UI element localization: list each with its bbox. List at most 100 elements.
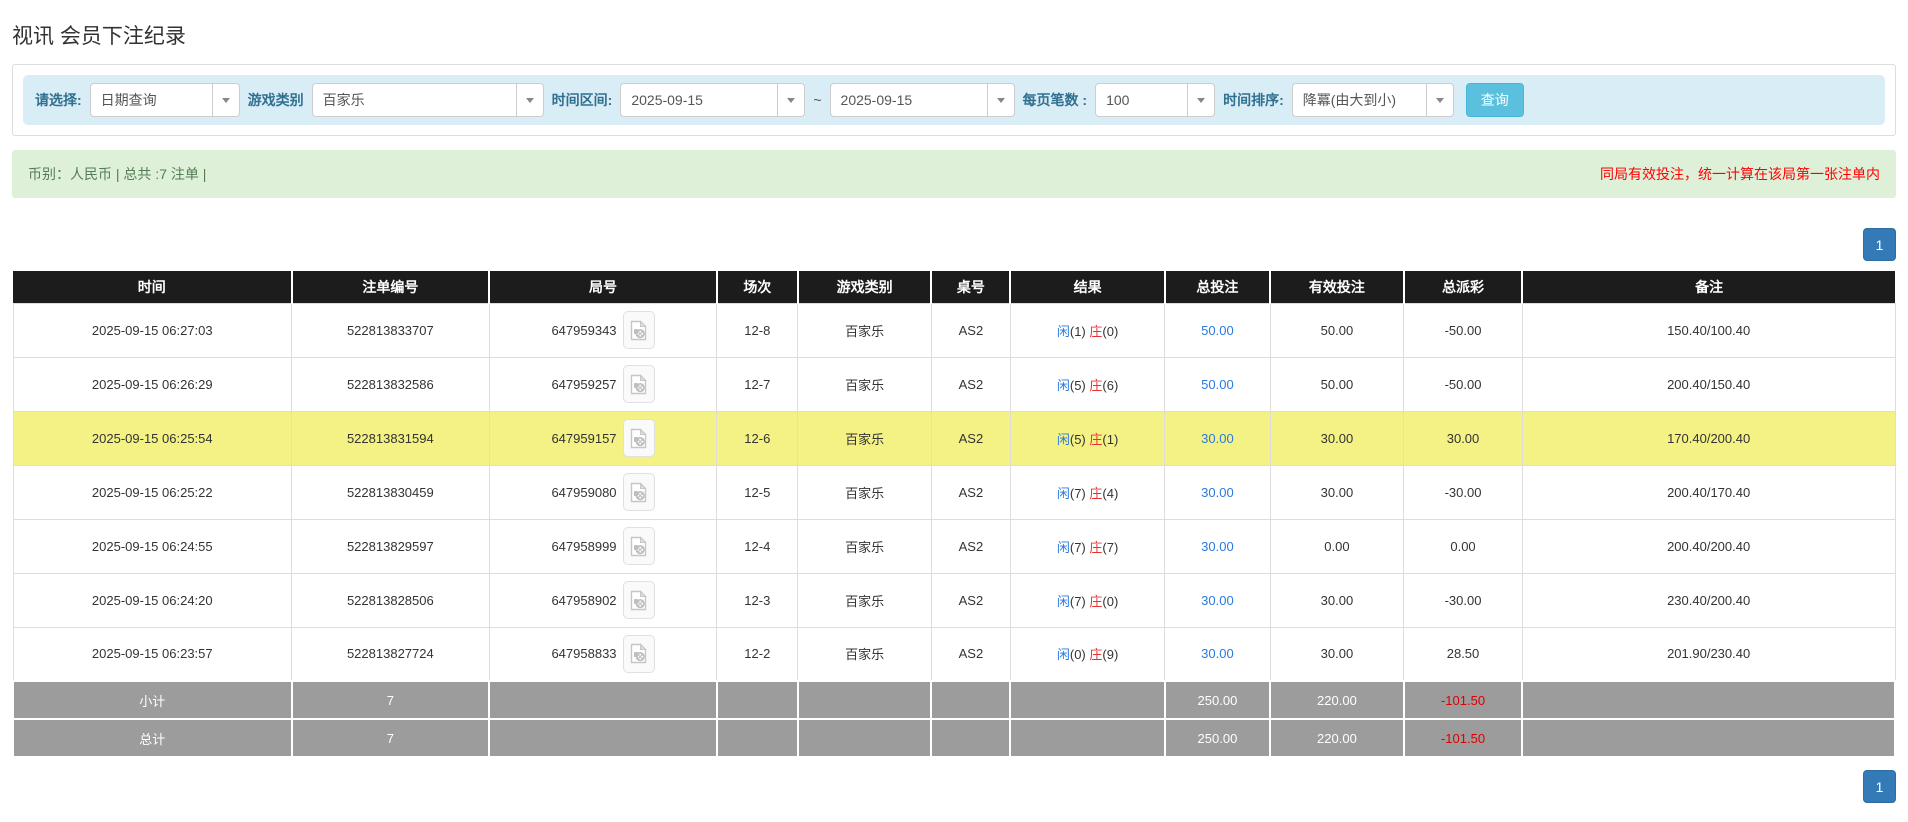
time-cell: 2025-09-15 06:25:54 xyxy=(12,410,293,466)
video-record-button[interactable] xyxy=(622,581,655,619)
video-record-button[interactable] xyxy=(622,473,655,511)
banker-result-label: 庄 xyxy=(1089,377,1103,393)
date-to-select[interactable]: 2025-09-15 xyxy=(829,83,1015,117)
video-file-icon xyxy=(630,373,647,394)
player-result-value: (7) xyxy=(1069,485,1086,501)
table-no-cell: AS2 xyxy=(930,572,1011,628)
game-category-cell: 百家乐 xyxy=(797,572,932,628)
page-size-select[interactable]: 100 xyxy=(1095,83,1216,117)
subtotal-label: 小计 xyxy=(12,680,293,720)
total-bet-link[interactable]: 30.00 xyxy=(1201,485,1234,500)
valid-bet-cell: 50.00 xyxy=(1269,302,1405,358)
chevron-down-icon xyxy=(1425,84,1453,116)
payout-cell: -30.00 xyxy=(1403,464,1523,520)
player-result-value: (1) xyxy=(1069,323,1086,339)
time-sort-select[interactable]: 降冪(由大到小) xyxy=(1291,83,1454,117)
player-result-label: 闲 xyxy=(1056,323,1070,339)
total-bet-link[interactable]: 50.00 xyxy=(1201,377,1234,392)
session-cell: 12-2 xyxy=(716,626,799,682)
bet-id-cell: 522813830459 xyxy=(291,464,490,520)
session-cell: 12-5 xyxy=(716,464,799,520)
video-record-button[interactable] xyxy=(622,527,655,565)
time-cell: 2025-09-15 06:27:03 xyxy=(12,302,293,358)
round-id-cell: 647958902 xyxy=(488,572,718,628)
table-row: 2025-09-15 06:27:03 522813833707 6479593… xyxy=(12,302,1896,358)
player-result-value: (5) xyxy=(1069,377,1086,393)
payout-cell: -50.00 xyxy=(1403,356,1523,412)
banker-result-value: (0) xyxy=(1102,323,1119,339)
column-header-result: 结果 xyxy=(1009,271,1165,303)
session-cell: 12-7 xyxy=(716,356,799,412)
valid-bet-cell: 50.00 xyxy=(1269,356,1405,412)
column-header-remark: 备注 xyxy=(1521,271,1895,303)
player-result-value: (0) xyxy=(1069,647,1086,663)
column-header-game-category: 游戏类别 xyxy=(796,271,932,303)
banker-result-label: 庄 xyxy=(1089,593,1103,609)
total-bet-link[interactable]: 30.00 xyxy=(1201,593,1234,608)
banker-result-label: 庄 xyxy=(1089,323,1103,339)
page-1-button[interactable]: 1 xyxy=(1863,770,1896,803)
player-result-value: (7) xyxy=(1069,539,1086,555)
subtotal-valid-bet: 220.00 xyxy=(1269,680,1405,720)
betting-records-page: 视讯 会员下注纪录 请选择: 日期查询 游戏类别 百家乐 时间区间: 2025-… xyxy=(0,0,1908,822)
search-button[interactable]: 查询 xyxy=(1465,83,1524,117)
result-cell: 闲(0) 庄(9) xyxy=(1009,626,1166,682)
remark-cell: 201.90/230.40 xyxy=(1521,626,1896,682)
time-range-label: 时间区间: xyxy=(551,92,613,108)
player-result-value: (5) xyxy=(1069,431,1086,447)
remark-cell: 200.40/200.40 xyxy=(1521,518,1896,574)
player-result-label: 闲 xyxy=(1056,377,1070,393)
banker-result-label: 庄 xyxy=(1089,431,1103,447)
total-bet-link[interactable]: 30.00 xyxy=(1201,431,1234,446)
game-category-value: 百家乐 xyxy=(322,92,365,108)
session-cell: 12-4 xyxy=(716,518,799,574)
round-id: 647959343 xyxy=(551,322,617,338)
column-header-total-bet: 总投注 xyxy=(1163,271,1271,303)
round-id: 647958999 xyxy=(551,538,617,554)
video-record-button[interactable] xyxy=(622,311,655,349)
remark-cell: 170.40/200.40 xyxy=(1521,410,1896,466)
bet-id-cell: 522813829597 xyxy=(291,518,490,574)
table-no-cell: AS2 xyxy=(930,356,1011,412)
video-file-icon xyxy=(630,481,647,502)
result-cell: 闲(5) 庄(1) xyxy=(1009,410,1166,466)
game-category-select[interactable]: 百家乐 xyxy=(311,83,544,117)
total-bet-link[interactable]: 30.00 xyxy=(1201,646,1234,661)
table-no-cell: AS2 xyxy=(930,464,1011,520)
round-id-cell: 647958833 xyxy=(488,626,718,682)
payout-cell: 28.50 xyxy=(1403,626,1523,682)
video-record-button[interactable] xyxy=(622,634,655,673)
game-category-cell: 百家乐 xyxy=(797,626,932,682)
time-sort-label: 时间排序: xyxy=(1223,92,1284,108)
summary-bar: 币别：人民币 | 总共 :7 注单 | 同局有效投注，统一计算在该局第一张注单内 xyxy=(12,150,1896,198)
total-bet-cell: 30.00 xyxy=(1164,518,1271,574)
payout-cell: 30.00 xyxy=(1403,410,1523,466)
pagination-bottom: 1 xyxy=(12,770,1896,803)
valid-bet-cell: 0.00 xyxy=(1269,518,1405,574)
pagination-top: 1 xyxy=(12,228,1896,261)
video-file-icon xyxy=(630,535,647,556)
video-record-button[interactable] xyxy=(622,365,655,403)
banker-result-label: 庄 xyxy=(1089,647,1103,663)
betting-records-table: 时间 注单编号 局号 场次 游戏类别 桌号 结果 总投注 有效投注 总派彩 备注… xyxy=(12,271,1896,758)
video-record-button[interactable] xyxy=(622,419,655,457)
bet-id-cell: 522813833707 xyxy=(291,302,490,358)
table-row: 2025-09-15 06:23:57 522813827724 6479588… xyxy=(12,626,1896,682)
query-type-select[interactable]: 日期查询 xyxy=(89,83,240,117)
result-cell: 闲(1) 庄(0) xyxy=(1009,302,1166,358)
round-id-cell: 647959157 xyxy=(488,410,718,466)
column-header-bet-id: 注单编号 xyxy=(290,271,490,303)
date-from-select[interactable]: 2025-09-15 xyxy=(620,83,806,117)
date-from-value: 2025-09-15 xyxy=(631,92,703,108)
total-bet-link[interactable]: 30.00 xyxy=(1201,539,1234,554)
column-header-table-no: 桌号 xyxy=(930,271,1011,303)
page-1-button[interactable]: 1 xyxy=(1863,228,1896,261)
total-bet-link[interactable]: 50.00 xyxy=(1201,323,1234,338)
time-cell: 2025-09-15 06:24:55 xyxy=(12,518,293,574)
time-cell: 2025-09-15 06:24:20 xyxy=(12,572,293,628)
total-bet-cell: 30.00 xyxy=(1164,572,1271,628)
session-cell: 12-3 xyxy=(716,572,799,628)
page-title: 视讯 会员下注纪录 xyxy=(12,25,186,48)
video-file-icon xyxy=(630,589,647,610)
remark-cell: 200.40/150.40 xyxy=(1521,356,1896,412)
